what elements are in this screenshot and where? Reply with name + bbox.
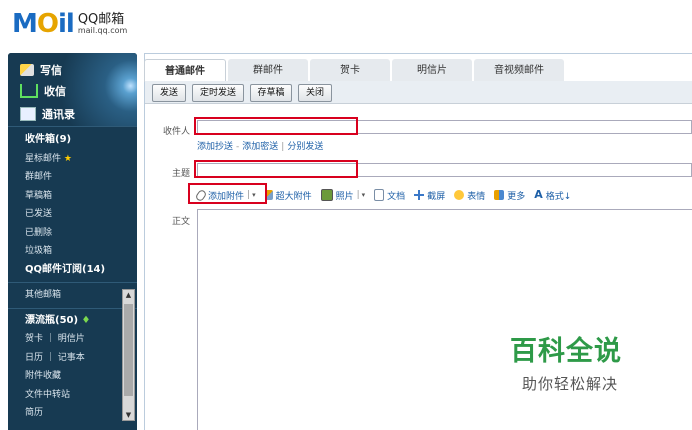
logo-domain: mail.qq.com <box>77 26 128 35</box>
sidebar-item-drafts[interactable]: 草稿箱 <box>8 187 137 206</box>
qq-mail-logo[interactable]: MOil QQ邮箱 mail.qq.com <box>12 8 127 40</box>
inbox-icon <box>20 84 38 98</box>
attachment-highlight-box <box>188 183 267 204</box>
separate-send-link[interactable]: 分别发送 <box>287 142 323 152</box>
sidebar-item-inbox[interactable]: 收件箱(9) <box>8 131 137 150</box>
recipient-options: 添加抄送 - 添加密送 | 分别发送 <box>197 142 324 152</box>
sidebar-item-sent[interactable]: 已发送 <box>8 205 137 224</box>
bottle-icon: ♦ <box>81 314 91 326</box>
write-label: 写信 <box>40 64 62 77</box>
chevron-down-icon[interactable]: ▾ <box>362 191 366 199</box>
tab-postcard[interactable]: 明信片 <box>392 59 472 81</box>
logo-brand-name: QQ邮箱 <box>77 12 125 27</box>
emoji-button[interactable]: 表情 <box>454 189 485 202</box>
sidebar-item-subscriptions[interactable]: QQ邮件订阅(14) <box>8 261 137 280</box>
timed-send-button[interactable]: 定时发送 <box>192 84 244 102</box>
photo-button[interactable]: 照片 | ▾ <box>320 189 366 202</box>
more-button[interactable]: 更多 <box>494 189 525 202</box>
sidebar-item-cards[interactable]: 贺卡 ｜ 明信片 <box>8 330 137 349</box>
sidebar-item-calendar[interactable]: 日历 ｜ 记事本 <box>8 349 137 368</box>
screenshot-icon <box>414 190 425 200</box>
body-label: 正文 <box>171 217 190 227</box>
sidebar-item-drift-bottle[interactable]: 漂流瓶(50) ♦ <box>8 312 137 331</box>
tab-greeting-card[interactable]: 贺卡 <box>310 59 390 81</box>
sidebar: 写信 收信 通讯录 收件箱(9) 星标邮件 ★ 群邮件 草稿箱 已发送 已删除 … <box>8 53 137 430</box>
close-button[interactable]: 关闭 <box>298 84 332 102</box>
save-draft-button[interactable]: 存草稿 <box>250 84 292 102</box>
sidebar-separator <box>8 307 137 309</box>
add-bcc-link[interactable]: 添加密送 <box>242 142 278 152</box>
sidebar-item-resume[interactable]: 简历 <box>8 404 137 423</box>
star-icon: ★ <box>63 153 72 164</box>
sidebar-item-attachment-favorites[interactable]: 附件收藏 <box>8 367 137 386</box>
tab-normal-mail[interactable]: 普通邮件 <box>144 59 226 82</box>
subject-highlight-box <box>194 160 358 178</box>
scroll-up-arrow-icon[interactable]: ▲ <box>123 290 134 300</box>
sidebar-item-deleted[interactable]: 已删除 <box>8 224 137 243</box>
to-label: 收件人 <box>162 127 190 137</box>
folder-list: 收件箱(9) 星标邮件 ★ 群邮件 草稿箱 已发送 已删除 垃圾箱 QQ邮件订阅… <box>8 131 137 423</box>
send-button[interactable]: 发送 <box>152 84 186 102</box>
sidebar-divider <box>8 126 137 127</box>
document-icon <box>374 189 385 201</box>
tab-video-mail[interactable]: 音视频邮件 <box>474 59 564 81</box>
sidebar-item-starred[interactable]: 星标邮件 ★ <box>8 150 137 169</box>
contacts-icon <box>20 107 36 121</box>
watermark-title: 百科全说 <box>510 336 622 367</box>
mail-type-tabs: 普通邮件 群邮件 贺卡 明信片 音视频邮件 <box>144 59 566 82</box>
sidebar-scrollbar[interactable]: ▲ ▼ <box>122 289 135 421</box>
sidebar-item-group-mail[interactable]: 群邮件 <box>8 168 137 187</box>
logo-wordmark: MOil <box>12 9 75 39</box>
tab-group-mail[interactable]: 群邮件 <box>228 59 308 81</box>
sidebar-item-spam[interactable]: 垃圾箱 <box>8 242 137 261</box>
inbox-label: 收信 <box>44 85 66 98</box>
large-attachment-button[interactable]: 超大附件 <box>264 189 312 202</box>
photo-icon <box>320 189 333 201</box>
watermark: 百科全说 助你轻松解决 <box>510 338 650 394</box>
screenshot-button[interactable]: 截屏 <box>414 189 445 202</box>
body-editor[interactable] <box>197 209 692 430</box>
pencil-icon <box>20 64 34 76</box>
scroll-down-arrow-icon[interactable]: ▼ <box>123 410 134 420</box>
document-button[interactable]: 文档 <box>374 189 405 202</box>
add-cc-link[interactable]: 添加抄送 <box>197 142 233 152</box>
inbox-button[interactable]: 收信 <box>20 83 66 99</box>
more-grid-icon <box>494 190 505 200</box>
font-format-icon: A <box>534 188 543 201</box>
watermark-subtitle: 助你轻松解决 <box>522 375 619 393</box>
to-highlight-box <box>194 117 358 135</box>
sidebar-item-other-mailbox[interactable]: 其他邮箱 <box>8 286 137 305</box>
scroll-thumb[interactable] <box>124 304 133 396</box>
subject-label: 主题 <box>171 169 190 179</box>
sidebar-item-file-transfer[interactable]: 文件中转站 <box>8 386 137 405</box>
contacts-button[interactable]: 通讯录 <box>20 106 75 122</box>
logo-brand: QQ邮箱 mail.qq.com <box>78 13 127 35</box>
smiley-icon <box>454 190 465 200</box>
format-button[interactable]: A 格式↓ <box>534 189 571 202</box>
sidebar-separator <box>8 282 137 283</box>
write-button[interactable]: 写信 <box>20 62 62 78</box>
contacts-label: 通讯录 <box>42 108 75 121</box>
